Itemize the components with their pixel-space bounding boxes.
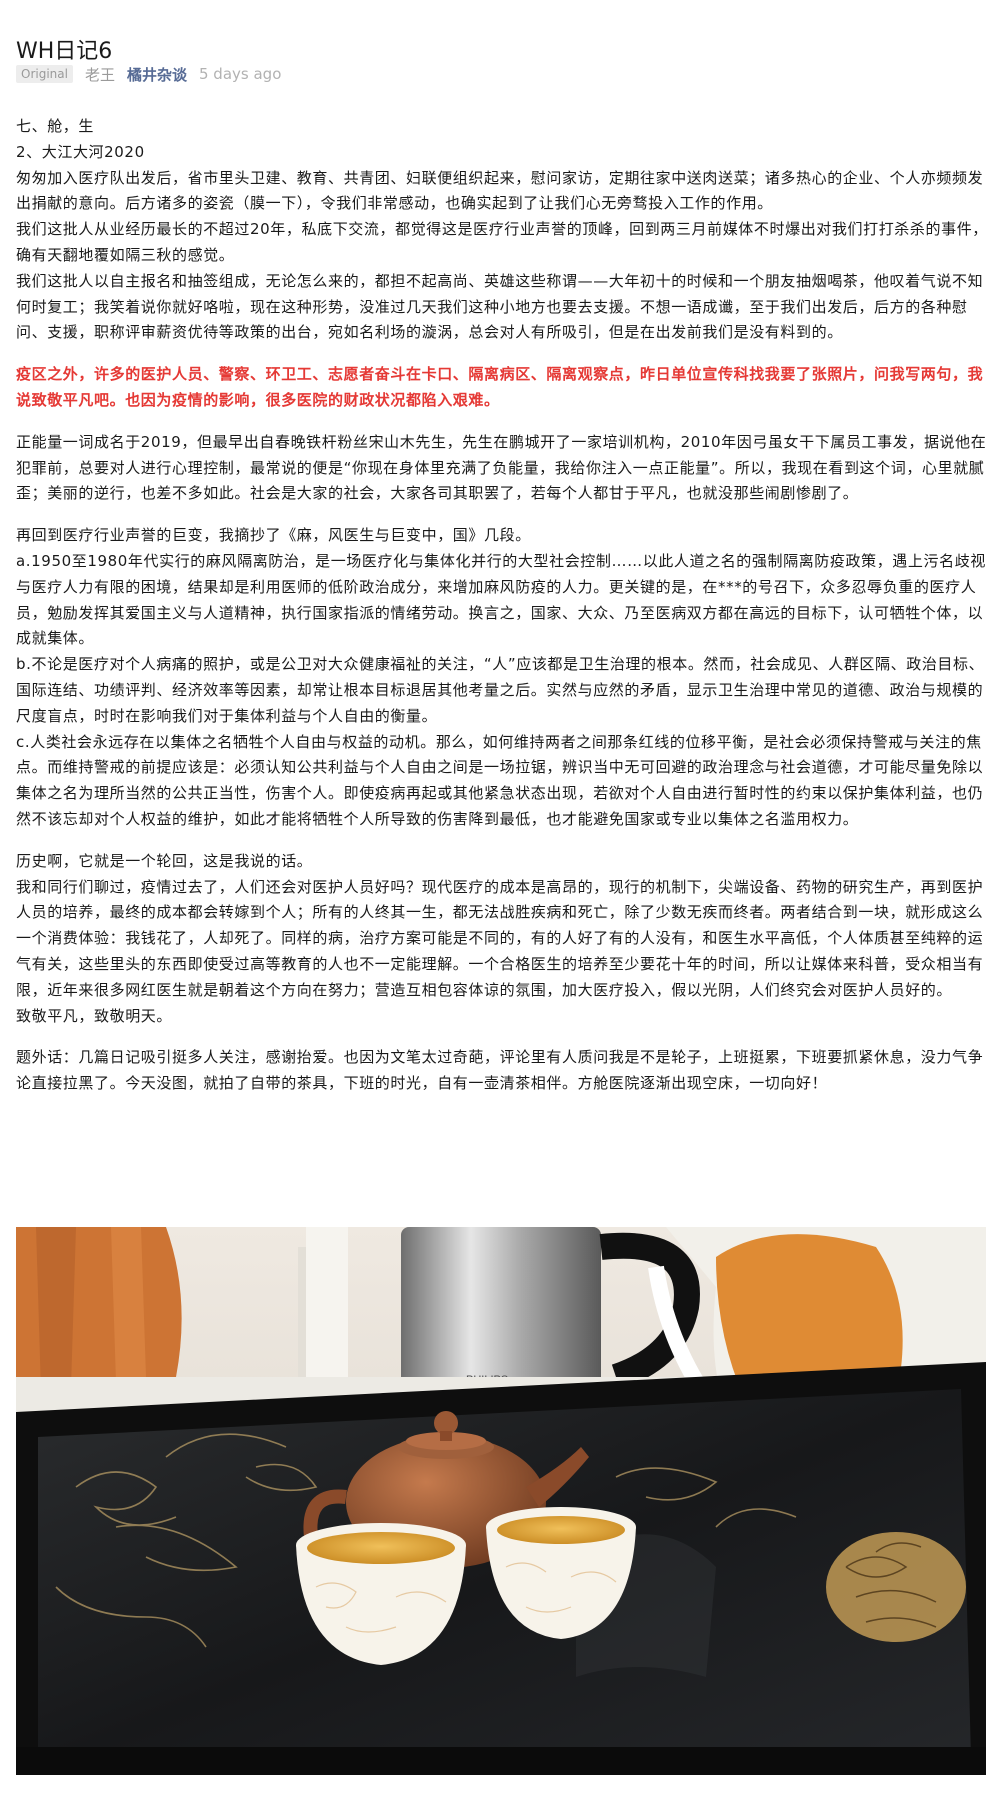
tea-set-illustration: PHILIPS [16, 1227, 986, 1775]
paragraph: 历史啊，它就是一个轮回，这是我说的话。 [16, 851, 313, 870]
paragraph: 匆匆加入医疗队出发后，省市里头卫建、教育、共青团、妇联便组织起来，慰问家访，定期… [16, 168, 984, 213]
publish-time: 5 days ago [199, 65, 282, 83]
section-heading: 七、舱，生 [16, 117, 95, 135]
paragraph: 再回到医疗行业声誉的巨变，我摘抄了《麻，风医生与巨变中，国》几段。 [16, 526, 531, 545]
quote-paragraph-a: a.1950至1980年代实行的麻风隔离防治，是一场医疗化与集体化并行的大型社会… [16, 551, 986, 648]
quote-paragraph-b: b.不论是医疗对个人病痛的照护，或是公卫对大众健康福祉的关注，“人”应该都是卫生… [16, 655, 985, 725]
article-body: 七、舱，生 2、大江大河2020 匆匆加入医疗队出发后，省市里头卫建、教育、共青… [16, 114, 990, 1097]
article-meta: Original 老王 橘井杂谈 5 days ago [16, 62, 281, 86]
quote-paragraph-c: c.人类社会永远存在以集体之名牺牲个人自由与权益的动机。那么，如何维持两者之间那… [16, 732, 984, 828]
subsection-heading: 2、大江大河2020 [16, 142, 145, 161]
paragraph: 致敬平凡，致敬明天。 [16, 1006, 173, 1025]
highlight-paragraph: 疫区之外，许多的医护人员、警察、环卫工、志愿者奋斗在卡口、隔离病区、隔离观察点，… [16, 365, 984, 409]
original-badge: Original [16, 65, 73, 83]
paragraph: 正能量一词成名于2019，但最早出自春晚铁杆粉丝宋山木先生，先生在鹏城开了一家培… [16, 432, 987, 503]
paragraph: 我们这批人以自主报名和抽签组成，无论怎么来的，都担不起高尚、英雄这些称谓——大年… [16, 271, 984, 342]
paragraph: 我们这批人从业经历最长的不超过20年，私底下交流，都觉得这是医疗行业声誉的顶峰，… [16, 220, 988, 264]
author-name: 老王 [84, 65, 115, 84]
account-link[interactable]: 橘井杂谈 [127, 64, 187, 85]
afterword-paragraph: 题外话：几篇日记吸引挺多人关注，感谢抬爱。也因为文笔太过奇葩，评论里有人质问我是… [16, 1048, 984, 1093]
paragraph: 我和同行们聊过，疫情过去了，人们还会对医护人员好吗？现代医疗的成本是高昂的，现行… [16, 877, 984, 999]
tea-set-photo: PHILIPS [16, 1227, 986, 1775]
